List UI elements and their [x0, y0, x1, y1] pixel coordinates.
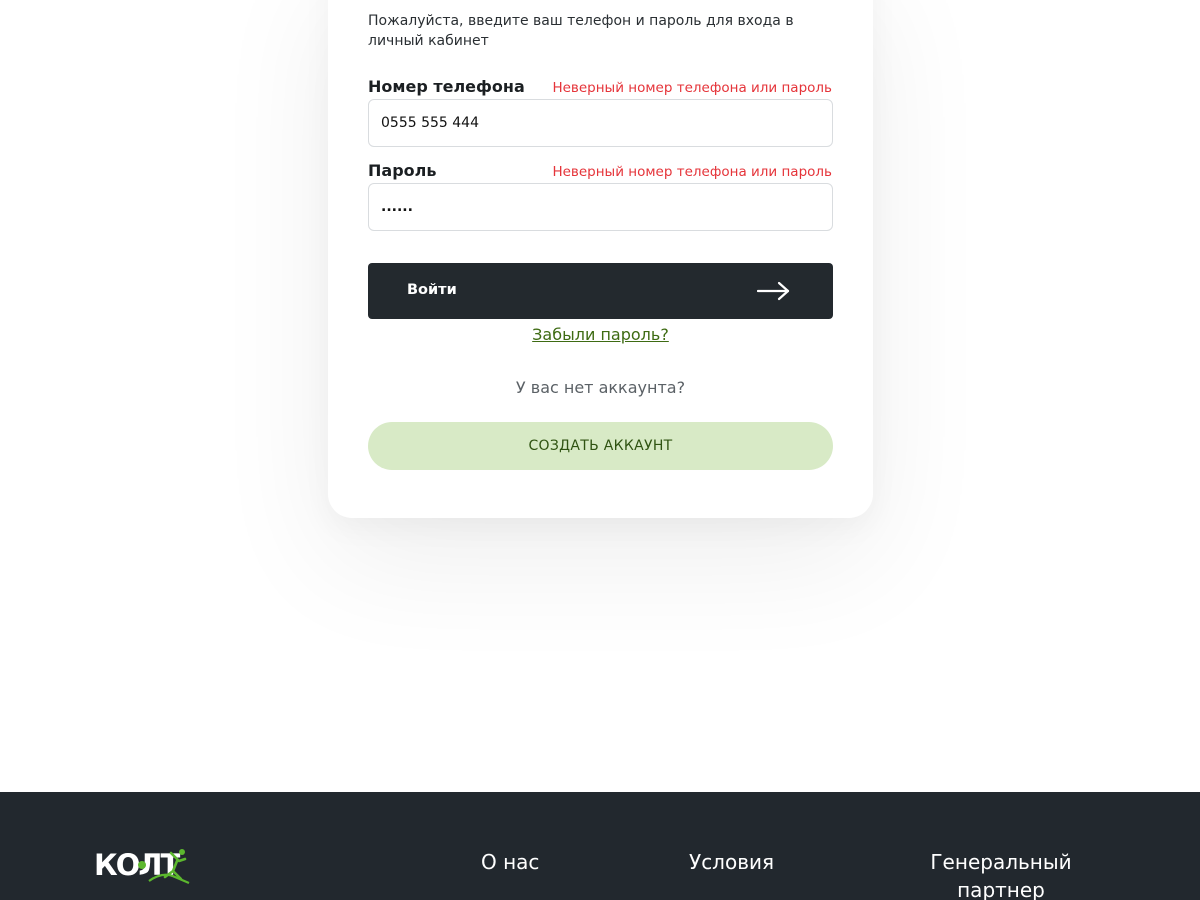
- phone-label: Номер телефона: [368, 77, 525, 96]
- arrow-right-icon: [757, 281, 790, 301]
- create-account-button[interactable]: СОЗДАТЬ АККАУНТ: [368, 422, 833, 470]
- phone-error-message: Неверный номер телефона или пароль: [552, 80, 832, 96]
- forgot-password-container: Забыли пароль?: [368, 325, 833, 344]
- page: Пожалуйста, введите ваш телефон и пароль…: [0, 0, 1200, 900]
- login-button[interactable]: Войти: [368, 263, 833, 319]
- footer-link-about[interactable]: О нас: [481, 850, 539, 874]
- login-button-label: Войти: [407, 282, 457, 298]
- password-label: Пароль: [368, 161, 437, 180]
- no-account-text: У вас нет аккаунта?: [515, 378, 686, 397]
- forgot-password-link[interactable]: Забыли пароль?: [532, 325, 669, 344]
- password-error-message: Неверный номер телефона или пароль: [552, 164, 832, 180]
- password-input[interactable]: [368, 183, 833, 231]
- footer-link-general-partner[interactable]: Генеральный партнер: [906, 848, 1096, 900]
- kolt-logo[interactable]: КОЛТ: [93, 847, 193, 887]
- logo-text: КОЛТ: [94, 848, 180, 882]
- phone-input[interactable]: [368, 99, 833, 147]
- login-intro-text: Пожалуйста, введите ваш телефон и пароль…: [368, 13, 794, 49]
- footer: КОЛТ О нас Условия Генеральный партнер: [0, 792, 1200, 900]
- footer-link-terms[interactable]: Условия: [689, 850, 774, 874]
